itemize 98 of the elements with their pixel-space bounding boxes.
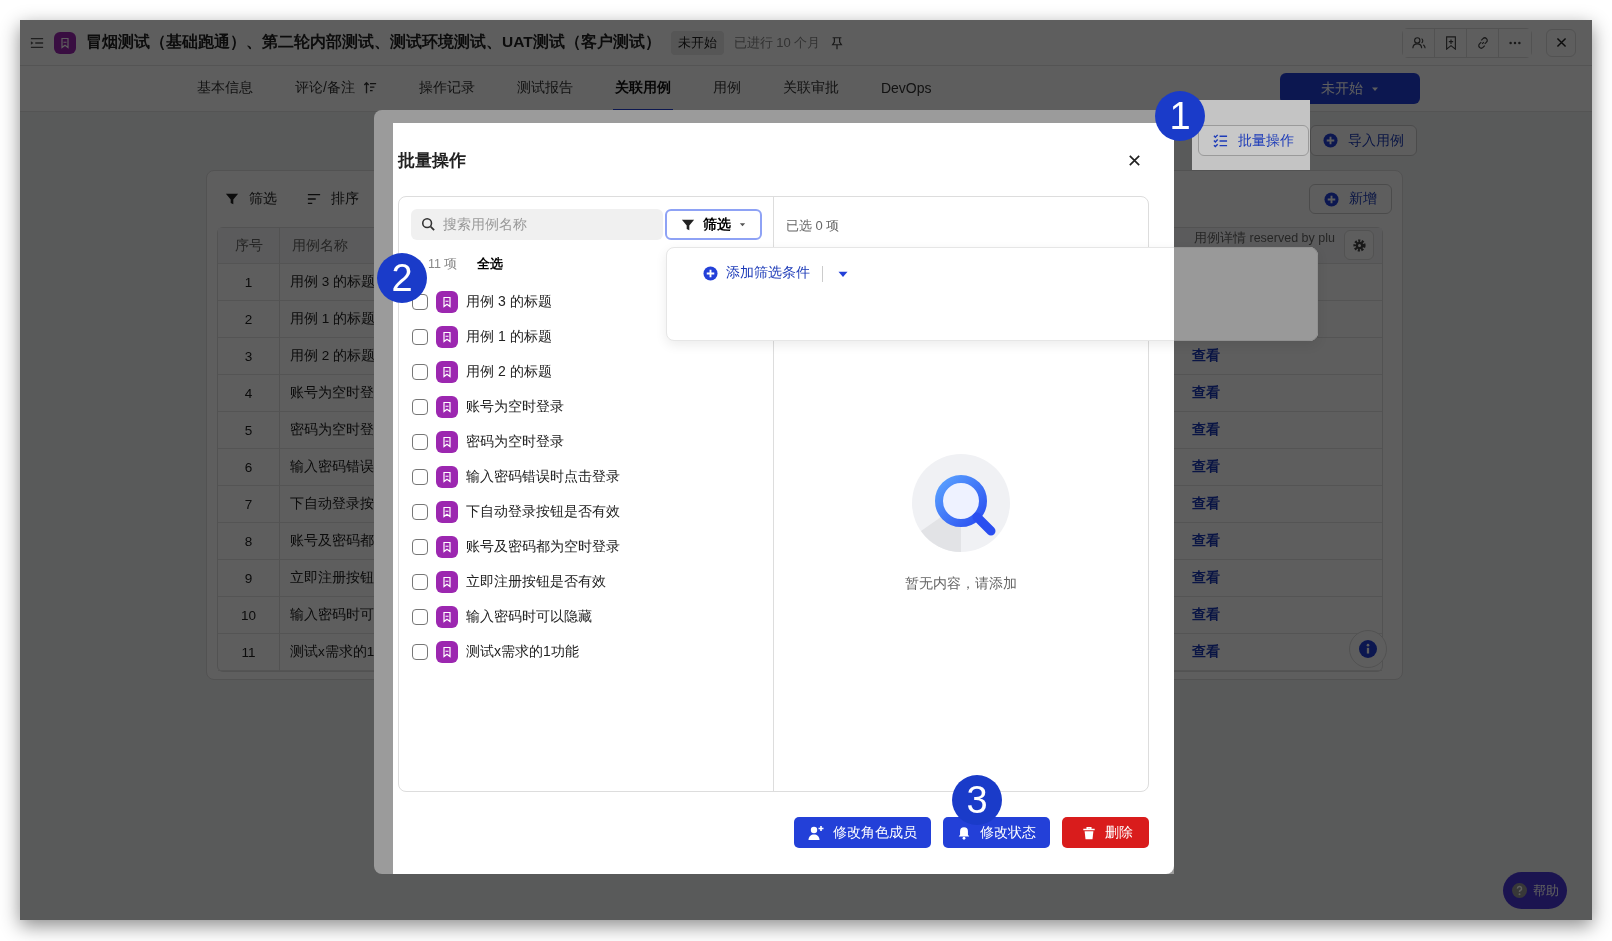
bell-icon: [957, 825, 971, 840]
filter-icon: [681, 217, 695, 232]
case-title: 输入密码时可以隐藏: [466, 607, 592, 626]
checkbox[interactable]: [412, 503, 428, 520]
close-icon: [1127, 152, 1142, 168]
case-title: 输入密码错误时点击登录: [466, 467, 620, 486]
table-cell: 11: [218, 634, 280, 671]
view-link[interactable]: 查看: [1192, 569, 1220, 587]
checkbox[interactable]: [412, 643, 428, 660]
checkbox[interactable]: [412, 538, 428, 555]
bookmark-icon: [441, 365, 453, 378]
pin-icon: [830, 35, 845, 50]
checkbox[interactable]: [412, 608, 428, 625]
case-title: 立即注册按钮是否有效: [466, 572, 606, 591]
tab[interactable]: 测试报告: [514, 66, 575, 111]
add-filter-button[interactable]: 添加筛选条件: [703, 264, 810, 282]
bookmark-icon: [59, 36, 71, 49]
checkbox[interactable]: [412, 363, 428, 380]
bookmark-icon: [441, 470, 453, 483]
checkbox[interactable]: [412, 328, 428, 345]
magnifier-icon: [911, 453, 1011, 553]
trash-icon: [1082, 825, 1096, 840]
bookmark-icon: [441, 575, 453, 588]
plus-circle-icon: [1324, 191, 1339, 207]
bookmark-icon: [441, 540, 453, 553]
checklist-icon: [1213, 133, 1228, 148]
bookmark-icon: [1443, 35, 1458, 50]
table-cell: 9: [218, 560, 280, 597]
filter-icon: [225, 192, 239, 206]
dialog-title: 批量操作: [398, 149, 466, 172]
plus-circle-icon: [1323, 133, 1338, 148]
tab[interactable]: 操作记录: [416, 66, 477, 111]
view-link[interactable]: 查看: [1192, 384, 1220, 402]
tab[interactable]: 评论/备注: [293, 66, 379, 111]
checkbox[interactable]: [412, 433, 428, 450]
import-button[interactable]: 导入用例: [1310, 125, 1417, 156]
sort-icon: [307, 192, 321, 206]
bookmark-icon: [441, 645, 453, 658]
view-link[interactable]: 查看: [1192, 643, 1220, 661]
view-link[interactable]: 查看: [1192, 347, 1220, 365]
plus-circle-icon: [703, 265, 718, 281]
case-title: 账号及密码都为空时登录: [466, 537, 620, 556]
bookmark-icon: [441, 400, 453, 413]
bookmark-icon: [441, 435, 453, 448]
filter-button[interactable]: 筛选: [225, 190, 277, 208]
empty-message: 暂无内容，请添加: [905, 575, 1017, 593]
table-cell: 6: [218, 449, 280, 486]
checkbox[interactable]: [412, 573, 428, 590]
search-field[interactable]: 搜索用例名称: [411, 209, 663, 240]
bookmark-icon: [441, 330, 453, 343]
collapse-icon: [30, 35, 44, 50]
link-icon: [1475, 35, 1490, 50]
tab[interactable]: DevOps: [878, 66, 934, 111]
members-button[interactable]: [1403, 28, 1435, 57]
checkbox[interactable]: [412, 468, 428, 485]
bookmark-icon: [441, 295, 453, 308]
view-link[interactable]: 查看: [1192, 495, 1220, 513]
table-cell: 8: [218, 523, 280, 560]
add-button[interactable]: 新增: [1309, 184, 1392, 214]
table-cell: 1: [218, 264, 280, 301]
view-link[interactable]: 查看: [1192, 421, 1220, 439]
settings-button[interactable]: [1344, 230, 1374, 260]
sort-icon: [362, 80, 377, 95]
view-link[interactable]: 查看: [1192, 606, 1220, 624]
people-icon: [1411, 35, 1426, 50]
tab[interactable]: 关联审批: [780, 66, 841, 111]
batch-button[interactable]: 批量操作: [1198, 125, 1309, 156]
bookmark-icon: [441, 610, 453, 623]
table-cell: 2: [218, 301, 280, 338]
help-button[interactable]: 帮助: [1503, 872, 1567, 909]
search-icon: [421, 217, 435, 231]
question-icon: [1511, 883, 1527, 898]
table-cell: 10: [218, 597, 280, 634]
sort-button[interactable]: 排序: [307, 190, 359, 208]
table-cell: 5: [218, 412, 280, 449]
user-plus-icon: [808, 824, 824, 841]
close-icon: [1554, 36, 1568, 49]
filter-button[interactable]: 筛选: [665, 209, 762, 240]
checkbox[interactable]: [412, 398, 428, 415]
bookmark-icon: [441, 505, 453, 518]
change-members-button[interactable]: 修改角色成员: [794, 817, 931, 848]
change-status-button[interactable]: 修改状态: [943, 817, 1050, 848]
status-badge: 未开始: [670, 30, 724, 55]
tab[interactable]: 用例: [710, 66, 743, 111]
view-link[interactable]: 查看: [1192, 458, 1220, 476]
window-title: 冒烟测试（基础跑通）、第二轮内部测试、测试环境测试、UAT测试（客户测试）: [86, 32, 661, 52]
case-title: 下自动登录按钮是否有效: [466, 502, 620, 521]
info-icon: [1359, 640, 1377, 658]
table-cell: 7: [218, 486, 280, 523]
case-title: 密码为空时登录: [466, 432, 564, 451]
status-button[interactable]: 未开始: [1280, 73, 1420, 104]
view-link[interactable]: 查看: [1192, 532, 1220, 550]
table-cell: 4: [218, 375, 280, 412]
delete-button[interactable]: 删除: [1062, 817, 1149, 848]
tab[interactable]: 基本信息: [195, 66, 255, 111]
gear-icon: [1351, 237, 1367, 253]
case-title: 测试x需求的1功能: [466, 642, 579, 661]
table-cell: 3: [218, 338, 280, 375]
